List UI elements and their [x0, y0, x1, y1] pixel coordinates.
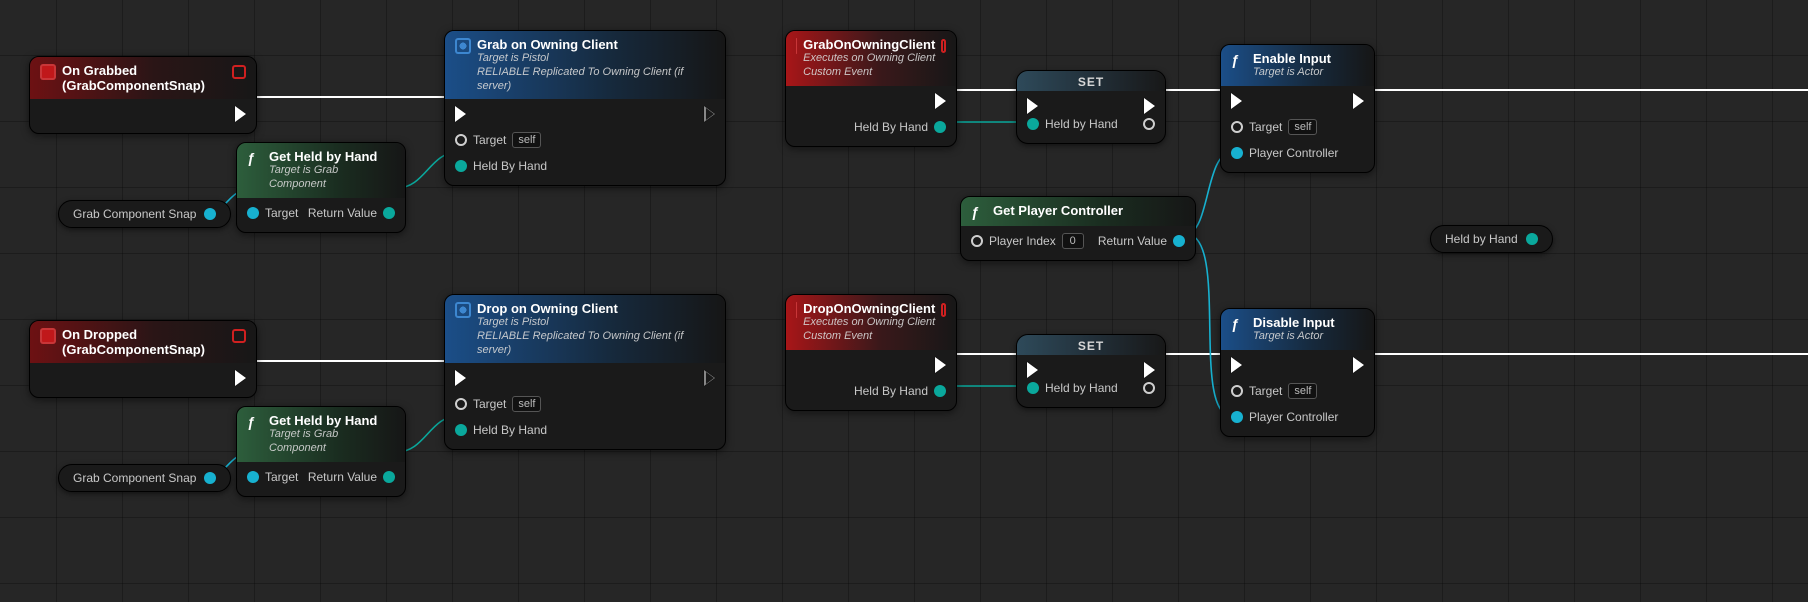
exec-in-pin[interactable] — [455, 369, 547, 387]
node-title: Get Held by Hand — [269, 413, 395, 428]
value-out-pin[interactable] — [1143, 115, 1155, 133]
exec-in-pin[interactable] — [455, 105, 547, 123]
target-pin[interactable]: Targetself — [1231, 382, 1338, 400]
value-in-pin[interactable]: Held by Hand — [1027, 115, 1118, 133]
held-by-hand-out-pin[interactable]: Held By Hand — [854, 118, 946, 136]
variable-grab-component-snap-2[interactable]: Grab Component Snap — [58, 464, 231, 492]
event-icon — [796, 38, 797, 54]
held-by-hand-out-pin[interactable]: Held By Hand — [854, 382, 946, 400]
node-title: On Grabbed (GrabComponentSnap) — [62, 63, 226, 93]
function-icon — [247, 414, 263, 430]
node-subtitle: Target is Pistol — [477, 316, 715, 330]
call-icon — [455, 38, 471, 54]
return-value-pin[interactable]: Return Value — [308, 204, 395, 222]
node-title: Grab on Owning Client — [477, 37, 715, 52]
node-disable-input[interactable]: Disable Input Target is Actor Targetself… — [1220, 308, 1375, 437]
node-title: Drop on Owning Client — [477, 301, 715, 316]
target-pin[interactable]: Target — [247, 204, 298, 222]
node-set-held-by-hand-2[interactable]: SET Held by Hand — [1016, 334, 1166, 408]
node-drop-on-owning-client[interactable]: Drop on Owning Client Target is Pistol R… — [444, 294, 726, 450]
node-subtitle: Target is Actor — [1253, 66, 1364, 80]
player-index-pin[interactable]: Player Index0 — [971, 232, 1084, 250]
return-value-pin[interactable]: Return Value — [308, 468, 395, 486]
node-grab-on-owning-client[interactable]: Grab on Owning Client Target is Pistol R… — [444, 30, 726, 186]
set-header: SET — [1017, 335, 1165, 355]
target-pin[interactable]: Targetself — [1231, 118, 1338, 136]
delegate-pin-icon[interactable] — [232, 65, 246, 79]
node-get-player-controller[interactable]: Get Player Controller Player Index0 Retu… — [960, 196, 1196, 261]
exec-out-pin[interactable] — [1143, 97, 1155, 115]
function-icon — [1231, 316, 1247, 332]
event-icon — [40, 328, 56, 344]
return-value-pin[interactable]: Return Value — [1098, 232, 1185, 250]
node-title: DropOnOwningClient — [803, 301, 935, 316]
player-controller-pin[interactable]: Player Controller — [1231, 408, 1338, 426]
variable-held-by-hand[interactable]: Held by Hand — [1430, 225, 1553, 253]
node-title: Get Player Controller — [993, 203, 1185, 218]
exec-out-pin[interactable] — [1353, 92, 1364, 110]
value-out-pin[interactable] — [1143, 379, 1155, 397]
exec-out-pin[interactable] — [935, 356, 946, 374]
exec-in-pin[interactable] — [1231, 356, 1338, 374]
data-pin[interactable] — [1526, 233, 1538, 245]
delegate-pin-icon[interactable] — [941, 303, 946, 317]
exec-out-pin[interactable] — [1353, 356, 1364, 374]
held-by-hand-pin[interactable]: Held By Hand — [455, 157, 547, 175]
exec-out-pin[interactable] — [235, 369, 246, 387]
value-in-pin[interactable]: Held by Hand — [1027, 379, 1118, 397]
node-title: On Dropped (GrabComponentSnap) — [62, 327, 226, 357]
variable-grab-component-snap-1[interactable]: Grab Component Snap — [58, 200, 231, 228]
node-get-held-by-hand-2[interactable]: Get Held by Hand Target is Grab Componen… — [236, 406, 406, 497]
node-title: Enable Input — [1253, 51, 1364, 66]
player-controller-pin[interactable]: Player Controller — [1231, 144, 1338, 162]
event-icon — [40, 64, 56, 80]
node-set-held-by-hand-1[interactable]: SET Held by Hand — [1016, 70, 1166, 144]
exec-out-pin[interactable] — [1143, 361, 1155, 379]
node-subtitle2: Custom Event — [803, 66, 935, 80]
pill-label: Grab Component Snap — [73, 471, 196, 485]
target-pin[interactable]: Target — [247, 468, 298, 486]
exec-out-pin[interactable] — [935, 92, 946, 110]
set-header: SET — [1017, 71, 1165, 91]
node-subtitle2: RELIABLE Replicated To Owning Client (if… — [477, 66, 715, 94]
node-subtitle: Executes on Owning Client — [803, 316, 935, 330]
data-pin[interactable] — [204, 208, 216, 220]
exec-out-pin[interactable] — [704, 369, 715, 387]
node-subtitle: Executes on Owning Client — [803, 52, 935, 66]
held-by-hand-pin[interactable]: Held By Hand — [455, 421, 547, 439]
target-pin[interactable]: Targetself — [455, 131, 547, 149]
node-subtitle: Target is Grab Component — [269, 164, 395, 192]
node-customevent-grab[interactable]: GrabOnOwningClient Executes on Owning Cl… — [785, 30, 957, 147]
target-pin[interactable]: Targetself — [455, 395, 547, 413]
function-icon — [1231, 52, 1247, 68]
function-icon — [971, 204, 987, 220]
node-customevent-drop[interactable]: DropOnOwningClient Executes on Owning Cl… — [785, 294, 957, 411]
node-subtitle: Target is Actor — [1253, 330, 1364, 344]
exec-in-pin[interactable] — [1231, 92, 1338, 110]
node-get-held-by-hand-1[interactable]: Get Held by Hand Target is Grab Componen… — [236, 142, 406, 233]
delegate-pin-icon[interactable] — [941, 39, 946, 53]
node-on-grabbed[interactable]: On Grabbed (GrabComponentSnap) — [29, 56, 257, 134]
pill-label: Held by Hand — [1445, 232, 1518, 246]
function-icon — [247, 150, 263, 166]
exec-out-pin[interactable] — [704, 105, 715, 123]
node-title: Disable Input — [1253, 315, 1364, 330]
exec-in-pin[interactable] — [1027, 361, 1118, 379]
node-subtitle2: RELIABLE Replicated To Owning Client (if… — [477, 330, 715, 358]
exec-out-pin[interactable] — [235, 105, 246, 123]
exec-in-pin[interactable] — [1027, 97, 1118, 115]
node-on-dropped[interactable]: On Dropped (GrabComponentSnap) — [29, 320, 257, 398]
node-title: GrabOnOwningClient — [803, 37, 935, 52]
event-icon — [796, 302, 797, 318]
node-subtitle2: Custom Event — [803, 330, 935, 344]
call-icon — [455, 302, 471, 318]
pill-label: Grab Component Snap — [73, 207, 196, 221]
node-title: Get Held by Hand — [269, 149, 395, 164]
delegate-pin-icon[interactable] — [232, 329, 246, 343]
node-enable-input[interactable]: Enable Input Target is Actor Targetself … — [1220, 44, 1375, 173]
node-subtitle: Target is Pistol — [477, 52, 715, 66]
node-subtitle: Target is Grab Component — [269, 428, 395, 456]
data-pin[interactable] — [204, 472, 216, 484]
